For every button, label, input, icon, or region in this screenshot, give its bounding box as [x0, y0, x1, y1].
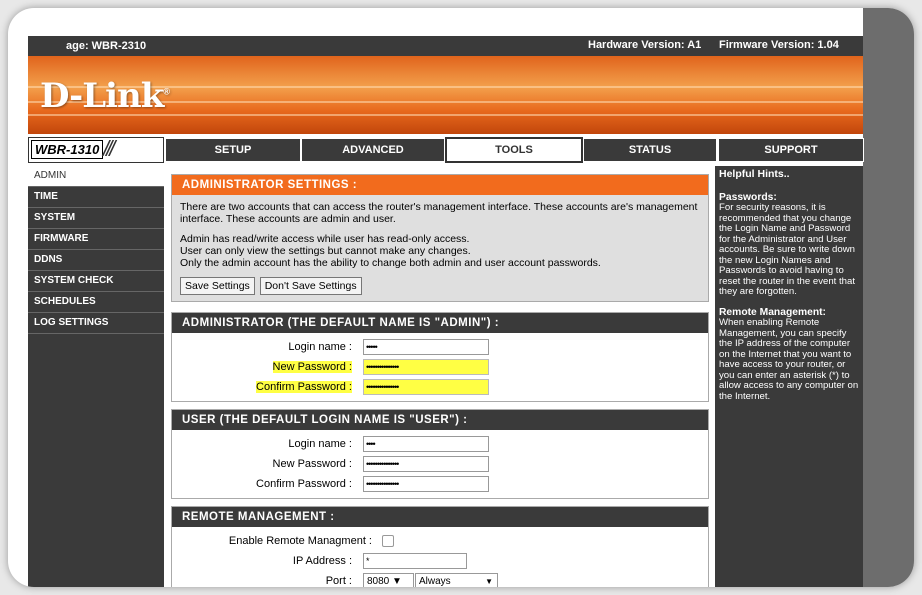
- sidebar-item-system[interactable]: SYSTEM: [28, 208, 164, 229]
- user-title: USER (THE DEFAULT LOGIN NAME IS "USER") …: [172, 410, 708, 430]
- sidebar-item-schedules[interactable]: SCHEDULES: [28, 292, 164, 313]
- passwords-hint-text: For security reasons, it is recommended …: [719, 202, 855, 297]
- admin-new-password-field[interactable]: •••••••••••••••: [363, 359, 489, 375]
- admin-new-password-label: New Password :: [272, 361, 352, 373]
- admin-only-text: Only the admin account has the ability t…: [180, 257, 601, 269]
- passwords-hint-title: Passwords:: [719, 191, 777, 203]
- user-confirm-password-field[interactable]: •••••••••••••••: [363, 476, 489, 492]
- model-badge: WBR-1310 ///: [28, 136, 164, 163]
- tab-tools[interactable]: TOOLS: [445, 137, 583, 163]
- top-info-bar: age: WBR-2310 Hardware Version: A1 Firmw…: [28, 36, 863, 56]
- dropdown-arrow-icon: ▼: [485, 577, 493, 586]
- admin-settings-description: There are two accounts that can access t…: [172, 195, 708, 301]
- user-login-field[interactable]: ••••: [363, 436, 489, 452]
- dont-save-settings-button[interactable]: Don't Save Settings: [259, 277, 362, 295]
- sidebar-item-system-check[interactable]: SYSTEM CHECK: [28, 271, 164, 292]
- tab-setup[interactable]: SETUP: [165, 138, 301, 162]
- user-panel: USER (THE DEFAULT LOGIN NAME IS "USER") …: [171, 409, 709, 499]
- admin-login-label: Login name :: [288, 341, 352, 353]
- sidebar: ADMIN TIME SYSTEM FIRMWARE DDNS SYSTEM C…: [28, 166, 164, 587]
- slash-decoration: ///: [103, 136, 115, 161]
- admin-login-field[interactable]: •••••: [363, 339, 489, 355]
- enable-remote-checkbox[interactable]: [382, 535, 394, 547]
- sidebar-item-admin[interactable]: ADMIN: [28, 166, 164, 187]
- ip-address-field[interactable]: *: [363, 553, 467, 569]
- remote-management-panel: REMOTE MANAGEMENT : Enable Remote Managm…: [171, 506, 709, 587]
- remote-hint-text: When enabling Remote Management, you can…: [719, 317, 859, 402]
- sidebar-item-log-settings[interactable]: LOG SETTINGS: [28, 313, 164, 334]
- port-label: Port :: [325, 575, 352, 587]
- administrator-panel: ADMINISTRATOR (THE DEFAULT NAME IS "ADMI…: [171, 312, 709, 402]
- user-login-label: Login name :: [288, 438, 352, 450]
- schedule-select[interactable]: Always ▼: [415, 573, 498, 587]
- sidebar-item-ddns[interactable]: DDNS: [28, 250, 164, 271]
- port-select[interactable]: 8080 ▼: [363, 573, 414, 587]
- tab-support[interactable]: SUPPORT: [718, 138, 864, 162]
- helpful-hints-panel: Helpful Hints.. Passwords: For security …: [715, 166, 863, 587]
- enable-remote-label: Enable Remote Managment :: [228, 535, 372, 547]
- main-content: ADMINISTRATOR SETTINGS : There are two a…: [165, 166, 714, 587]
- tab-advanced[interactable]: ADVANCED: [301, 138, 445, 162]
- sidebar-item-firmware[interactable]: FIRMWARE: [28, 229, 164, 250]
- dlink-logo: D-Link®: [40, 76, 170, 116]
- user-new-password-label: New Password :: [272, 458, 352, 470]
- firmware-version: Firmware Version: 1.04: [719, 39, 839, 51]
- user-access-text: User can only view the settings but cann…: [180, 245, 471, 257]
- remote-hint-title: Remote Management:: [719, 306, 826, 318]
- user-confirm-password-label: Confirm Password :: [256, 478, 352, 490]
- accounts-intro: There are two accounts that can access t…: [180, 201, 698, 225]
- admin-confirm-password-label: Confirm Password :: [256, 381, 352, 393]
- header-banner: D-Link®: [28, 56, 863, 134]
- admin-confirm-password-field[interactable]: •••••••••••••••: [363, 379, 489, 395]
- main-nav: WBR-1310 /// SETUP ADVANCED TOOLS STATUS…: [28, 134, 864, 164]
- model-name: WBR-1310: [31, 140, 104, 159]
- administrator-title: ADMINISTRATOR (THE DEFAULT NAME IS "ADMI…: [172, 313, 708, 333]
- sidebar-item-time[interactable]: TIME: [28, 187, 164, 208]
- remote-management-title: REMOTE MANAGEMENT :: [172, 507, 708, 527]
- schedule-value: Always: [419, 576, 451, 587]
- save-settings-button[interactable]: Save Settings: [180, 277, 255, 295]
- page-margin: [863, 8, 914, 587]
- browser-frame: age: WBR-2310 Hardware Version: A1 Firmw…: [8, 8, 914, 587]
- hardware-version: Hardware Version: A1: [588, 39, 702, 51]
- ip-address-label: IP Address :: [292, 555, 352, 567]
- admin-settings-panel: ADMINISTRATOR SETTINGS : There are two a…: [171, 174, 709, 302]
- admin-access-text: Admin has read/write access while user h…: [180, 233, 470, 245]
- tab-status[interactable]: STATUS: [583, 138, 717, 162]
- product-page-label: age: WBR-2310: [66, 40, 147, 52]
- user-new-password-field[interactable]: •••••••••••••••: [363, 456, 489, 472]
- admin-settings-title: ADMINISTRATOR SETTINGS :: [172, 175, 708, 195]
- hints-title: Helpful Hints..: [719, 168, 790, 180]
